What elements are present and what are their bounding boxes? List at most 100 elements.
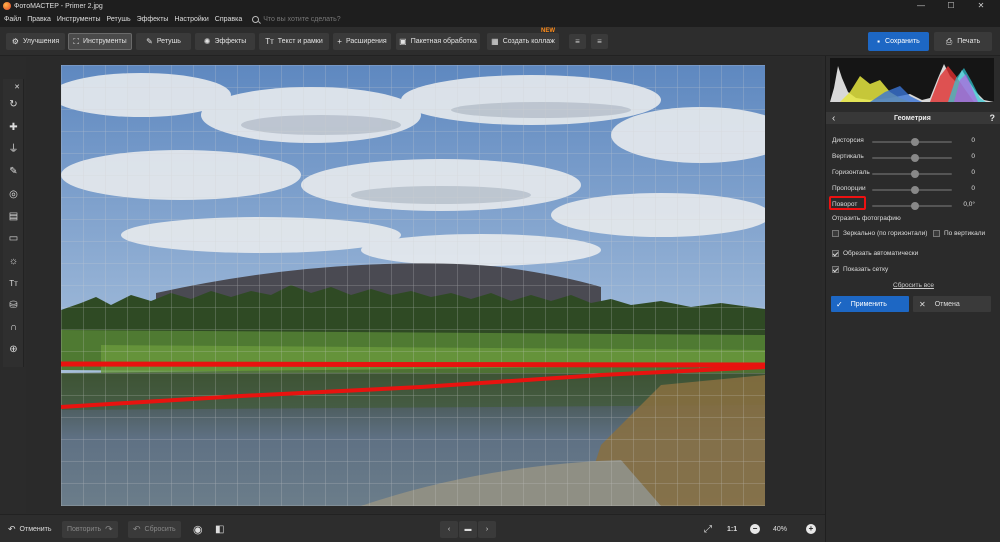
zoom-out-icon[interactable]: − xyxy=(750,524,760,534)
mirror-horizontal-checkbox[interactable]: Зеркально (по горизонтали) xyxy=(832,230,927,237)
slider-label: Вертикаль xyxy=(832,153,864,160)
close-button[interactable]: ✕ xyxy=(966,0,996,12)
tab-text-frames[interactable]: Tт Текст и рамки xyxy=(259,33,329,50)
layers-add-icon[interactable]: ≡ xyxy=(569,34,586,49)
search-input[interactable]: Что вы хотите сделать? xyxy=(263,16,340,23)
checkbox[interactable] xyxy=(933,230,940,237)
search-icon[interactable] xyxy=(252,16,260,23)
redo-button[interactable]: Повторить ↷ xyxy=(62,521,118,538)
show-grid-checkbox[interactable]: Показать сетку xyxy=(832,266,888,273)
right-panel: ‹ Геометрия ? Дисторсия 0 Вертикаль 0 Го… xyxy=(825,56,1000,542)
menu-bar: Файл Правка Инструменты Ретушь Эффекты Н… xyxy=(0,12,1000,27)
chevron-right-icon: › xyxy=(485,526,489,533)
fill-bucket-icon[interactable]: ⛁ xyxy=(7,299,20,312)
menu-help[interactable]: Справка xyxy=(215,16,242,23)
slider-value: 0,0° xyxy=(963,201,975,208)
text-icon[interactable]: Tт xyxy=(7,277,20,290)
fit-screen-icon[interactable]: ⤢ xyxy=(704,521,712,538)
magnet-icon[interactable]: ∩ xyxy=(7,321,20,334)
auto-crop-checkbox[interactable]: Обрезать автоматически xyxy=(832,250,918,257)
menu-settings[interactable]: Настройки xyxy=(174,16,208,23)
apply-label: Применить xyxy=(850,300,887,308)
globe-icon[interactable]: ⊕ xyxy=(7,343,20,356)
slider-label: Пропорции xyxy=(832,185,866,192)
batch-label: Пакетная обработка xyxy=(410,38,477,45)
checkbox-label: Обрезать автоматически xyxy=(843,250,919,257)
photo-image xyxy=(61,65,765,506)
stamp-icon[interactable]: ⏚ xyxy=(7,143,20,156)
minimize-button[interactable]: — xyxy=(906,0,936,12)
slider-handle[interactable] xyxy=(911,186,919,194)
print-button[interactable]: ⎙ Печать xyxy=(934,32,992,51)
compare-icon[interactable]: ◧ xyxy=(215,521,224,538)
help-icon[interactable]: ? xyxy=(990,113,996,123)
gradient-icon[interactable]: ▤ xyxy=(7,210,20,223)
zoom-level: 40% xyxy=(773,526,788,533)
checkbox[interactable] xyxy=(832,250,839,257)
vertical-slider[interactable]: Вертикаль 0 xyxy=(832,151,997,163)
close-icon[interactable]: ✕ xyxy=(13,81,21,94)
tab-enhancements[interactable]: ⚙ Улучшения xyxy=(6,33,65,50)
bandage-icon[interactable]: ✚ xyxy=(7,121,20,134)
distortion-slider[interactable]: Дисторсия 0 xyxy=(832,135,997,147)
slider-handle[interactable] xyxy=(911,202,919,210)
tab-effects[interactable]: ✺ Эффекты xyxy=(195,33,255,50)
tab-label: Инструменты xyxy=(82,38,127,45)
menu-retouch[interactable]: Ретушь xyxy=(107,16,131,23)
eye-icon[interactable]: ◉ xyxy=(193,521,203,538)
checkbox-label: Показать сетку xyxy=(843,266,889,273)
apply-button[interactable]: ✓ Применить xyxy=(831,296,909,312)
menu-edit[interactable]: Правка xyxy=(27,16,51,23)
mirror-section-title: Отразить фотографию xyxy=(832,215,901,222)
zoom-in-icon[interactable]: + xyxy=(806,524,816,534)
slider-handle[interactable] xyxy=(911,170,919,178)
tab-retouch[interactable]: ✎ Ретушь xyxy=(136,33,191,50)
sun-icon[interactable]: ☼ xyxy=(7,255,20,268)
slider-handle[interactable] xyxy=(911,154,919,162)
reset-button[interactable]: ↶ Сбросить xyxy=(128,521,181,538)
slider-handle[interactable] xyxy=(911,138,919,146)
tab-label: Ретушь xyxy=(156,38,181,45)
slider-label: Поворот xyxy=(832,201,858,208)
vignette-icon[interactable]: ▭ xyxy=(7,232,20,245)
horizontal-slider[interactable]: Горизонталь 0 xyxy=(832,167,997,179)
undo-label: Отменить xyxy=(19,526,52,533)
rotate-icon[interactable]: ↻ xyxy=(7,98,20,111)
slider-label: Дисторсия xyxy=(832,137,864,144)
menu-effects[interactable]: Эффекты xyxy=(137,16,169,23)
photo-canvas[interactable] xyxy=(61,65,765,506)
folder-icon[interactable]: ▬ xyxy=(459,521,477,538)
cancel-button[interactable]: ✕ Отмена xyxy=(913,296,991,312)
ratio-1-1-button[interactable]: 1:1 xyxy=(727,521,737,538)
redo-icon: ↷ xyxy=(105,524,113,534)
checkbox[interactable] xyxy=(832,230,839,237)
bottom-bar: ↶ Отменить Повторить ↷ ↶ Сбросить ◉ ◧ ‹ … xyxy=(0,514,825,542)
mirror-vertical-checkbox[interactable]: По вертикали xyxy=(933,230,985,237)
maximize-button[interactable]: ☐ xyxy=(936,0,966,12)
undo-button[interactable]: ↶ Отменить xyxy=(8,521,52,538)
save-button[interactable]: ▪ Сохранить xyxy=(868,32,929,51)
collage-icon: ▦ xyxy=(491,37,499,46)
layers-settings-icon[interactable]: ≡ xyxy=(591,34,608,49)
sparkle-icon: ✺ xyxy=(203,37,211,46)
tab-label: Расширения xyxy=(345,38,387,45)
reset-all-link[interactable]: Сбросить все xyxy=(893,282,934,289)
menu-file[interactable]: Файл xyxy=(4,16,21,23)
checkbox[interactable] xyxy=(832,266,839,273)
batch-processing-button[interactable]: ▣ Пакетная обработка xyxy=(396,33,480,50)
menu-tools[interactable]: Инструменты xyxy=(57,16,101,23)
rotation-slider[interactable]: Поворот 0,0° xyxy=(829,196,997,211)
brush-icon[interactable]: ✎ xyxy=(7,165,20,178)
text-icon: Tт xyxy=(265,37,274,46)
proportions-slider[interactable]: Пропорции 0 xyxy=(832,183,997,195)
target-icon[interactable]: ◎ xyxy=(7,188,20,201)
tab-label: Улучшения xyxy=(22,38,60,45)
prev-image-button[interactable]: ‹ xyxy=(440,521,458,538)
tab-extensions[interactable]: + Расширения xyxy=(333,33,391,50)
create-collage-button[interactable]: ▦ Создать коллаж NEW xyxy=(487,28,559,50)
checkbox-label: Зеркально (по горизонтали) xyxy=(843,230,928,237)
geometry-header: ‹ Геометрия ? xyxy=(826,112,1000,124)
next-image-button[interactable]: › xyxy=(478,521,496,538)
close-icon: ✕ xyxy=(919,299,926,309)
tab-tools[interactable]: ⛶ Инструменты xyxy=(68,33,132,50)
